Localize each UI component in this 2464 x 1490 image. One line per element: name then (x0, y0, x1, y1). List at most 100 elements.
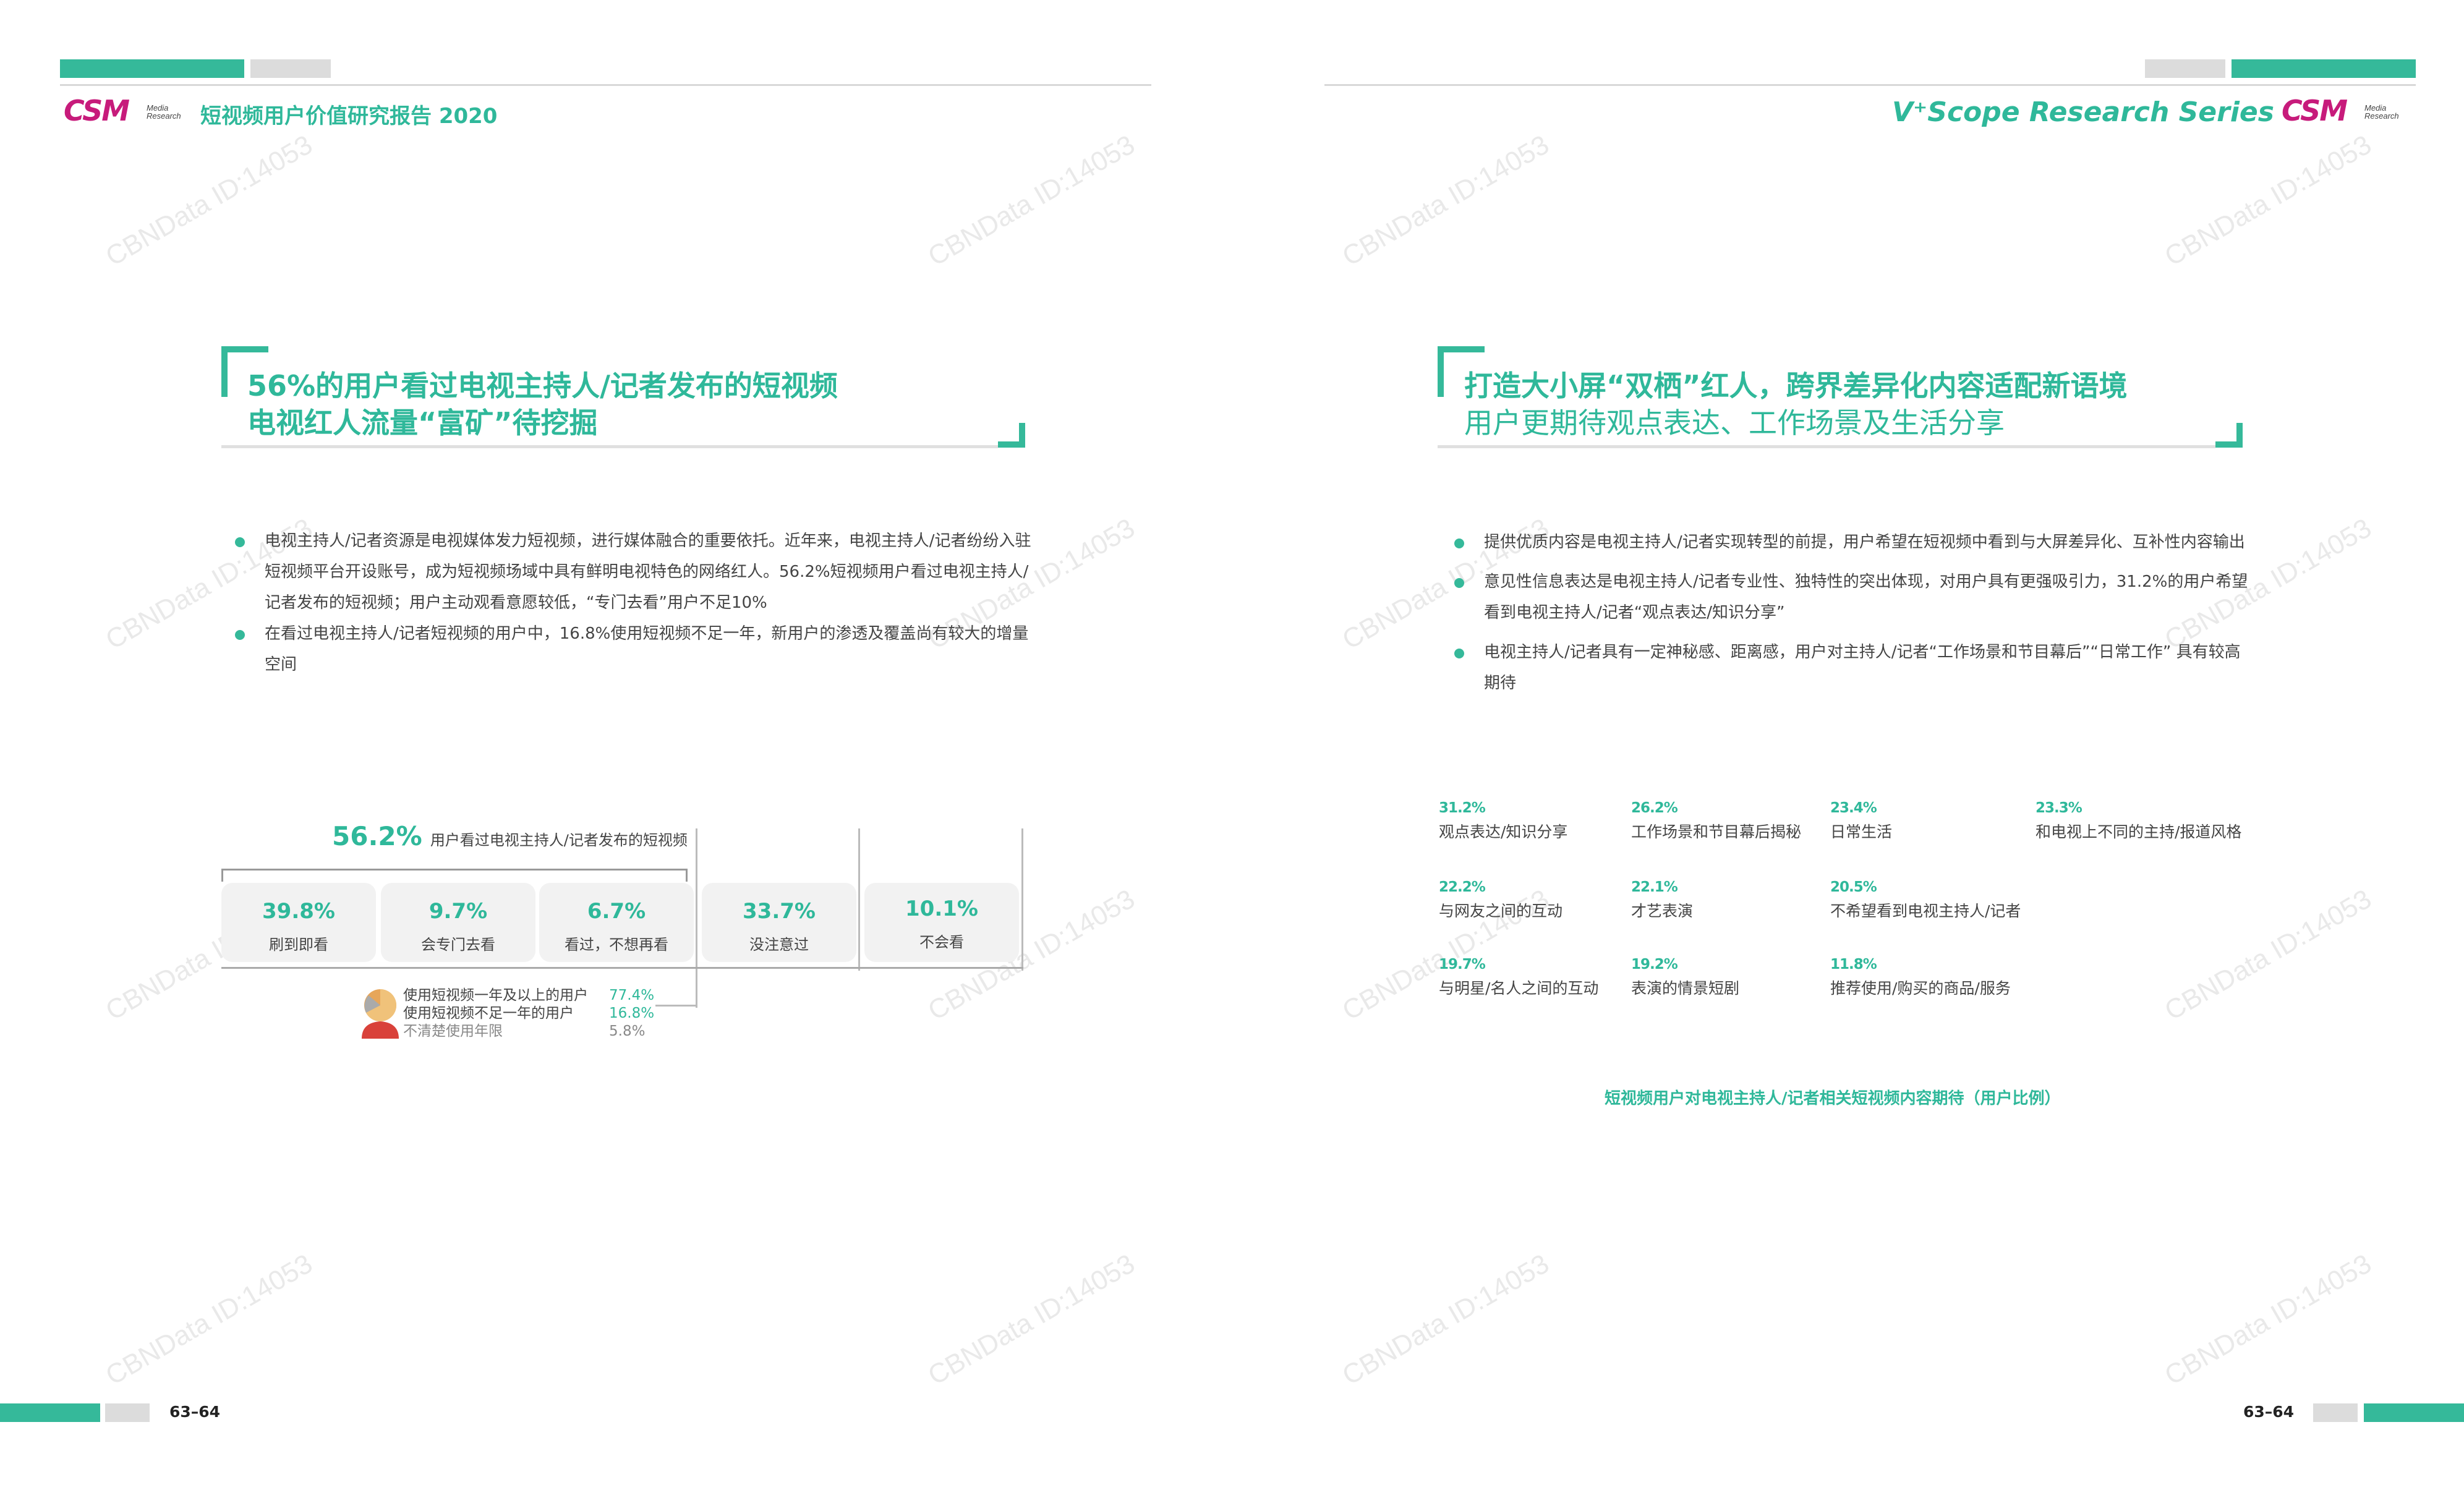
expectation-item: 20.5% 不希望看到电视主持人/记者 (1830, 879, 2021, 921)
expectation-label: 和电视上不同的主持/报道风格 (2036, 823, 2242, 841)
watermark: CBNData ID:14053 (1337, 129, 1554, 272)
usage-legend: 使用短视频一年及以上的用户 77.4% 使用短视频不足一年的用户 16.8% 不… (403, 987, 654, 1041)
usage-value: 16.8% (609, 1005, 655, 1021)
csm-logo-text: CSM (2282, 94, 2348, 127)
usage-value: 77.4% (609, 987, 655, 1003)
stat-label: 没注意过 (749, 936, 809, 953)
usage-row: 使用短视频一年及以上的用户 77.4% (403, 987, 654, 1005)
header-accent-bar (60, 59, 244, 78)
expectation-label: 才艺表演 (1631, 902, 1694, 920)
expectation-label: 与网友之间的互动 (1439, 902, 1563, 920)
expectation-pct: 20.5% (1830, 879, 1877, 895)
footer-accent-bar (2364, 1403, 2464, 1422)
expectation-item: 22.1% 才艺表演 (1631, 879, 1693, 921)
expectation-item: 23.3% 和电视上不同的主持/报道风格 (2036, 800, 2241, 842)
list-item: 意见性信息表达是电视主持人/记者专业性、独特性的突出体现，对用户具有更强吸引力，… (1454, 566, 2252, 628)
header-accent-bar (2232, 59, 2416, 78)
header-divider (60, 84, 1151, 86)
stat-value: 9.7% (428, 899, 488, 924)
watermark: CBNData ID:14053 (923, 1248, 1140, 1391)
list-item: 电视主持人/记者具有一定神秘感、距离感，用户对主持人/记者“工作场景和节目幕后”… (1454, 637, 2252, 699)
watched-value: 56.2% (332, 821, 422, 851)
section-subtitle: 用户更期待观点表达、工作场景及生活分享 (1464, 406, 2005, 440)
list-item: 电视主持人/记者资源是电视媒体发力短视频，进行媒体融合的重要依托。近年来，电视主… (235, 526, 1033, 618)
expectation-label: 与明星/名人之间的互动 (1439, 979, 1599, 997)
csm-logo-sub: Research (147, 111, 181, 121)
footer-gray-bar (105, 1403, 150, 1422)
expectation-item: 19.2% 表演的情景短剧 (1631, 956, 1739, 998)
page-number: 63–64 (169, 1403, 221, 1421)
expectation-item: 11.8% 推荐使用/购买的商品/服务 (1830, 956, 2011, 998)
stat-box: 33.7% 没注意过 (702, 883, 856, 962)
list-item: 在看过电视主持人/记者短视频的用户中，16.8%使用短视频不足一年，新用户的渗透… (235, 618, 1033, 680)
expectation-pct: 19.7% (1439, 956, 1486, 973)
stat-value: 39.8% (262, 899, 335, 924)
expectation-item: 23.4% 日常生活 (1830, 800, 1892, 842)
usage-row: 使用短视频不足一年的用户 16.8% (403, 1005, 654, 1023)
expectation-label: 观点表达/知识分享 (1439, 823, 1568, 841)
watermark: CBNData ID:14053 (2159, 1248, 2377, 1391)
stat-value: 33.7% (743, 899, 816, 924)
stat-label: 不会看 (919, 934, 964, 951)
expectation-pct: 22.1% (1631, 879, 1678, 895)
stat-label: 看过，不想再看 (565, 936, 668, 953)
watched-percentage: 56.2% 用户看过电视主持人/记者发布的短视频 (332, 821, 688, 851)
usage-label: 使用短视频不足一年的用户 (403, 1005, 574, 1021)
expectation-label: 不希望看到电视主持人/记者 (1830, 902, 2021, 920)
watermark: CBNData ID:14053 (100, 1248, 318, 1391)
header-gray-bar (2145, 59, 2225, 78)
usage-label: 使用短视频一年及以上的用户 (403, 987, 588, 1003)
expectation-item: 31.2% 观点表达/知识分享 (1439, 800, 1567, 842)
watched-label: 用户看过电视主持人/记者发布的短视频 (430, 832, 688, 849)
stat-value: 6.7% (587, 899, 646, 924)
report-title: 短视频用户价值研究报告 2020 (200, 104, 498, 129)
title-bracket-bottom-right (2215, 441, 2243, 448)
expectation-pct: 19.2% (1631, 956, 1678, 973)
divider-line (1021, 828, 1023, 971)
series-title: V⁺Scope Research Series (1892, 96, 2274, 128)
bullet-list: 提供优质内容是电视主持人/记者实现转型的前提，用户希望在短视频中看到与大屏差异化… (1454, 527, 2252, 699)
title-bracket-top-left (221, 346, 268, 352)
bullet-list: 电视主持人/记者资源是电视媒体发力短视频，进行媒体融合的重要依托。近年来，电视主… (235, 526, 1033, 680)
section-title: 56%的用户看过电视主持人/记者发布的短视频 (247, 369, 838, 402)
stat-box: 9.7% 会专门去看 (381, 883, 535, 962)
expectation-pct: 26.2% (1631, 800, 1678, 816)
title-underline (1438, 445, 2215, 448)
stat-box: 10.1% 不会看 (864, 883, 1019, 962)
expectation-pct: 23.4% (1830, 800, 1877, 816)
csm-logo-text: CSM (64, 94, 130, 127)
stat-label: 会专门去看 (421, 936, 495, 953)
title-bracket-bottom-right (998, 441, 1025, 448)
watermark: CBNData ID:14053 (100, 129, 318, 272)
expectation-label: 日常生活 (1830, 823, 1893, 841)
divider-line (858, 828, 860, 971)
expectation-item: 26.2% 工作场景和节目幕后揭秘 (1631, 800, 1801, 842)
usage-label: 不清楚使用年限 (403, 1023, 503, 1039)
list-item: 提供优质内容是电视主持人/记者实现转型的前提，用户希望在短视频中看到与大屏差异化… (1454, 527, 2252, 558)
stat-value: 10.1% (905, 896, 978, 921)
connector-line (655, 1005, 697, 1007)
section-subtitle: 电视红人流量“富矿”待挖掘 (247, 406, 598, 440)
expectation-pct: 31.2% (1439, 800, 1486, 816)
stat-box: 39.8% 刷到即看 (221, 883, 376, 962)
expectation-label: 工作场景和节目幕后揭秘 (1631, 823, 1802, 841)
csm-logo: CSM Media Research (64, 94, 187, 127)
expectation-item: 22.2% 与网友之间的互动 (1439, 879, 1562, 921)
watermark: CBNData ID:14053 (2159, 883, 2377, 1026)
usage-row: 不清楚使用年限 5.8% (403, 1023, 654, 1041)
baseline (221, 967, 1023, 969)
title-underline (221, 445, 998, 448)
user-pie-icon (362, 989, 399, 1039)
watermark: CBNData ID:14053 (923, 129, 1140, 272)
watermark: CBNData ID:14053 (1337, 1248, 1554, 1391)
expectation-pct: 22.2% (1439, 879, 1486, 895)
expectation-pct: 23.3% (2036, 800, 2082, 816)
page-number: 63–64 (2243, 1403, 2295, 1421)
title-bracket-top-left (221, 346, 228, 397)
stat-box: 6.7% 看过，不想再看 (539, 883, 694, 962)
expectation-pct: 11.8% (1830, 956, 1877, 973)
expectation-label: 推荐使用/购买的商品/服务 (1830, 979, 2011, 997)
header-divider (1324, 84, 2416, 86)
stat-label: 刷到即看 (269, 936, 328, 953)
csm-logo-sub: Research (2364, 111, 2399, 121)
